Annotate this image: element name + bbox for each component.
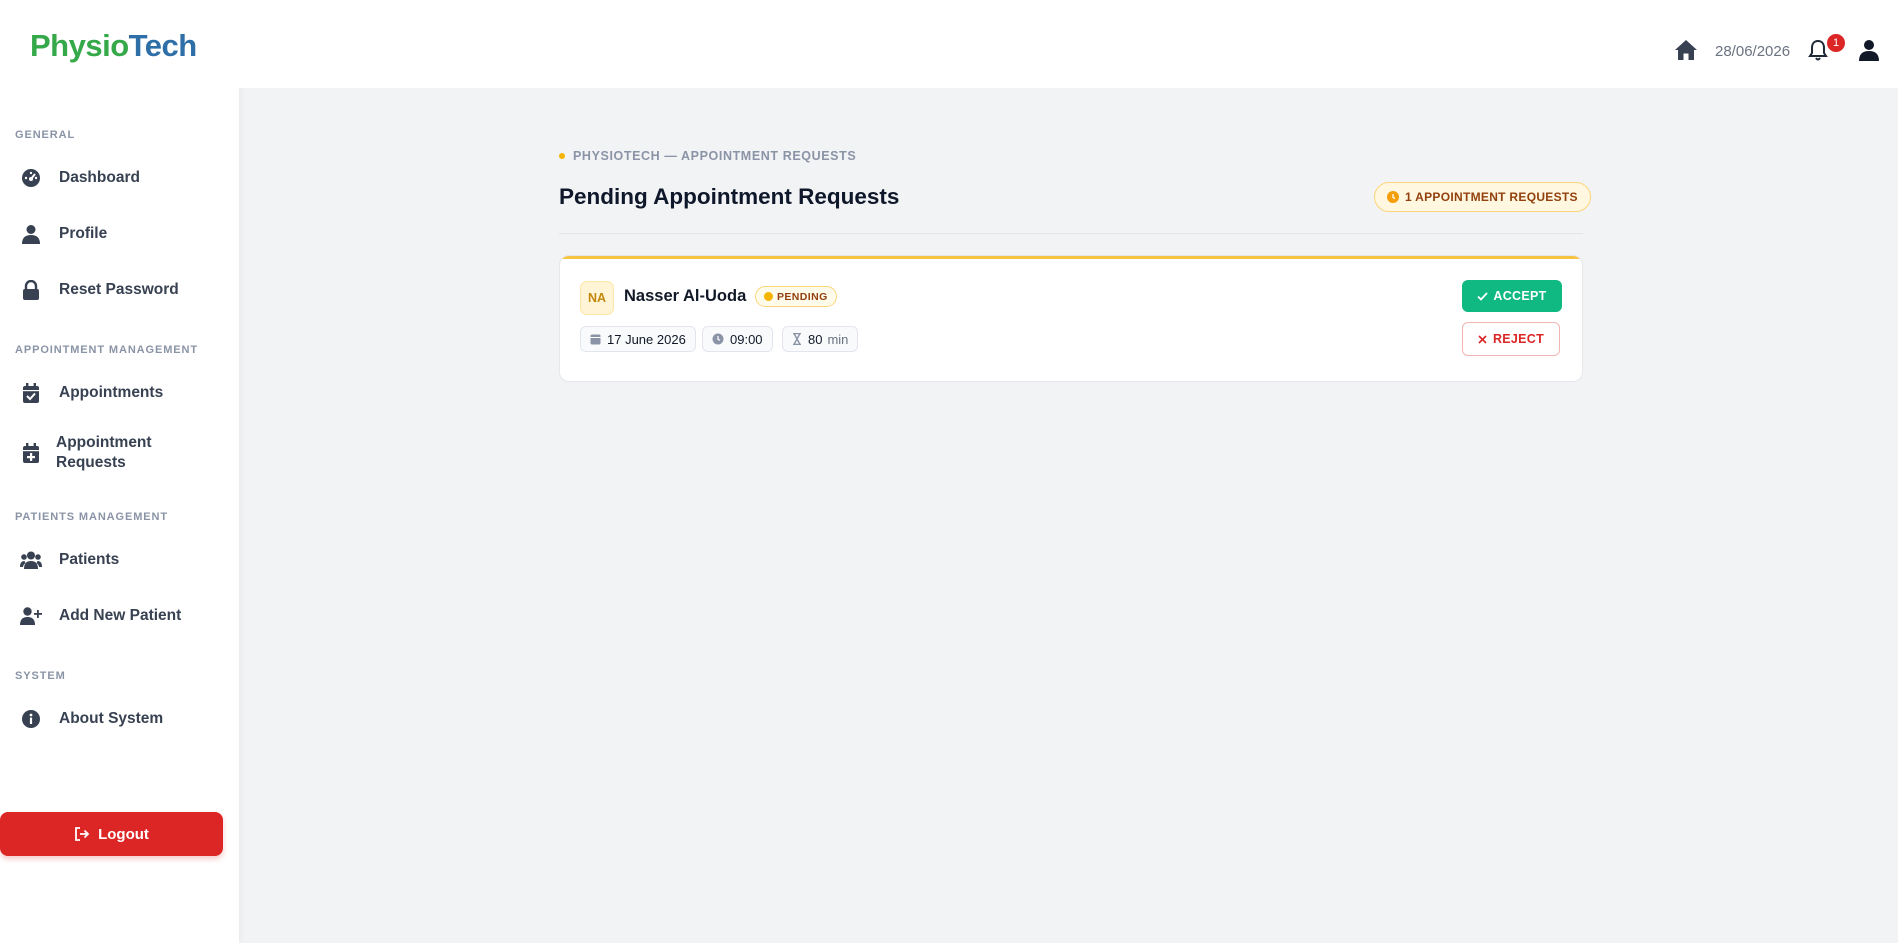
sidebar-item-dashboard[interactable]: Dashboard bbox=[0, 166, 239, 190]
sidebar-item-label: About System bbox=[59, 710, 164, 727]
sidebar-item-label: Patients bbox=[59, 551, 120, 568]
appointment-date-chip: 17 June 2026 bbox=[580, 326, 696, 352]
sidebar-item-appointments[interactable]: Appointments bbox=[0, 381, 239, 405]
accept-label: ACCEPT bbox=[1493, 289, 1547, 303]
sidebar-item-about-system[interactable]: About System bbox=[0, 707, 239, 731]
sidebar-item-profile[interactable]: Profile bbox=[0, 222, 239, 246]
page-kicker: PHYSIOTECH — APPOINTMENT REQUESTS bbox=[559, 149, 856, 163]
requests-count-badge: 1 APPOINTMENT REQUESTS bbox=[1374, 182, 1591, 212]
logo-text-part1: Physio bbox=[30, 28, 129, 63]
close-icon bbox=[1478, 334, 1487, 344]
hourglass-icon bbox=[793, 333, 801, 345]
kicker-dot bbox=[559, 153, 565, 159]
sidebar-item-reset-password[interactable]: Reset Password bbox=[0, 278, 239, 302]
calendar-check-icon bbox=[20, 382, 42, 404]
reject-button[interactable]: REJECT bbox=[1462, 322, 1560, 356]
card-accent-line bbox=[560, 256, 1582, 259]
header-divider bbox=[559, 233, 1583, 234]
user-icon bbox=[20, 223, 42, 245]
appointment-date: 17 June 2026 bbox=[607, 331, 686, 347]
logo-text-part2: Tech bbox=[128, 28, 198, 63]
appointment-request-card: NA Nasser Al-Uoda PENDING 17 June 2026 0… bbox=[559, 255, 1583, 382]
appointment-time: 09:00 bbox=[730, 331, 763, 347]
home-icon[interactable] bbox=[1674, 39, 1698, 66]
logout-label: Logout bbox=[98, 825, 149, 843]
users-icon bbox=[20, 549, 42, 571]
sidebar-item-appointment-requests[interactable]: Appointment Requests bbox=[0, 432, 239, 474]
sidebar: Physio Tech GENERAL Dashboard Profile Res… bbox=[0, 0, 239, 943]
user-menu-icon[interactable] bbox=[1859, 39, 1879, 66]
lock-icon bbox=[20, 279, 42, 301]
kicker-text: PHYSIOTECH — APPOINTMENT REQUESTS bbox=[573, 149, 857, 163]
sidebar-item-label: Profile bbox=[59, 225, 108, 242]
requests-count-label: 1 APPOINTMENT REQUESTS bbox=[1405, 190, 1578, 204]
sidebar-item-label: Appointments bbox=[59, 384, 164, 401]
patient-name: Nasser Al-Uoda bbox=[624, 287, 747, 305]
sidebar-item-add-new-patient[interactable]: Add New Patient bbox=[0, 604, 239, 628]
section-title-general: GENERAL bbox=[15, 129, 76, 141]
section-title-patients-management: PATIENTS MANAGEMENT bbox=[15, 511, 168, 523]
sidebar-item-label: Dashboard bbox=[59, 169, 140, 186]
user-plus-icon bbox=[20, 605, 42, 627]
accept-button[interactable]: ACCEPT bbox=[1462, 280, 1562, 312]
info-circle-icon bbox=[20, 708, 42, 730]
section-title-appointment-management: APPOINTMENT MANAGEMENT bbox=[15, 344, 198, 356]
clock-icon bbox=[712, 333, 724, 345]
section-title-system: SYSTEM bbox=[15, 670, 66, 682]
reject-label: REJECT bbox=[1492, 332, 1545, 346]
calendar-icon bbox=[590, 334, 601, 345]
check-icon bbox=[1477, 291, 1489, 301]
status-dot-icon bbox=[764, 292, 773, 301]
duration-unit: min bbox=[827, 331, 849, 347]
patient-avatar: NA bbox=[580, 281, 614, 315]
appointment-duration-chip: 80 min bbox=[782, 326, 859, 352]
calendar-plus-icon bbox=[20, 442, 42, 464]
status-badge: PENDING bbox=[755, 286, 837, 307]
logout-button[interactable]: Logout bbox=[0, 812, 223, 856]
clock-icon bbox=[1387, 191, 1399, 203]
sidebar-item-label: Add New Patient bbox=[59, 607, 182, 624]
page-title: Pending Appointment Requests bbox=[559, 184, 900, 209]
bell-icon[interactable] bbox=[1808, 39, 1828, 66]
top-bar bbox=[239, 0, 1898, 88]
sidebar-item-patients[interactable]: Patients bbox=[0, 548, 239, 572]
current-date: 28/06/2026 bbox=[1715, 43, 1791, 60]
appointment-time-chip: 09:00 bbox=[702, 326, 773, 352]
sidebar-item-label: Reset Password bbox=[59, 281, 179, 298]
dashboard-gauge-icon bbox=[20, 167, 42, 189]
appointment-duration: 80 bbox=[808, 331, 823, 347]
sign-out-icon bbox=[75, 827, 90, 841]
physiotech-logo[interactable]: Physio Tech bbox=[30, 24, 197, 68]
sidebar-item-label: Appointment Requests bbox=[56, 434, 152, 471]
notification-count-badge[interactable]: 1 bbox=[1827, 34, 1845, 52]
status-label: PENDING bbox=[777, 290, 828, 303]
